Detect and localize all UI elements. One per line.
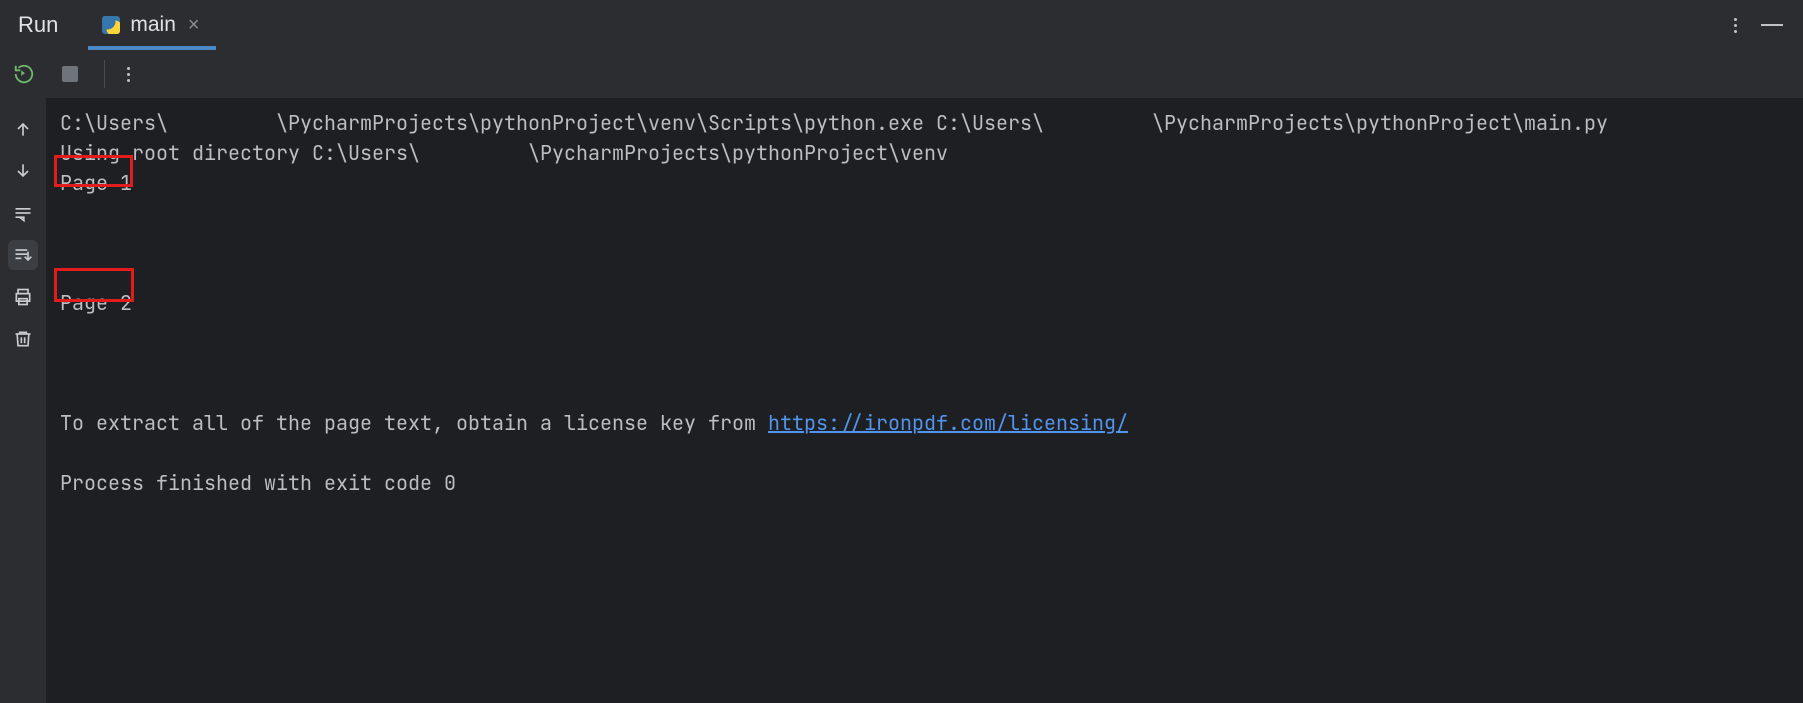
scroll-to-end-icon[interactable] [8, 240, 38, 270]
run-panel-header: Run main × [0, 0, 1803, 50]
console-output[interactable]: C:\Users\ \PycharmProjects\pythonProject… [46, 98, 1803, 703]
down-stack-icon[interactable] [8, 156, 38, 186]
options-menu-icon[interactable] [1728, 12, 1743, 39]
console-line: Page 2 [60, 290, 132, 316]
console-gutter [0, 98, 46, 703]
console-line: To extract all of the page text, obtain … [60, 410, 1128, 436]
trash-icon[interactable] [8, 324, 38, 354]
console-line: Using root directory C:\Users\ \PycharmP… [60, 140, 948, 166]
run-toolbar [0, 50, 1803, 98]
rerun-button[interactable] [10, 60, 38, 88]
tab-main[interactable]: main × [88, 0, 215, 50]
minimize-panel-icon[interactable] [1761, 24, 1783, 26]
close-tab-icon[interactable]: × [186, 13, 202, 37]
console-line: C:\Users\ \PycharmProjects\pythonProject… [60, 110, 1608, 136]
print-icon[interactable] [8, 282, 38, 312]
toolbar-separator [104, 60, 105, 88]
console-line: Process finished with exit code 0 [60, 470, 456, 496]
more-actions-icon[interactable] [123, 63, 134, 86]
license-link[interactable]: https://ironpdf.com/licensing/ [768, 410, 1128, 436]
stop-button[interactable] [56, 60, 84, 88]
tab-label: main [130, 13, 176, 37]
console-line: Page 1 [60, 170, 132, 196]
python-icon [102, 16, 120, 34]
soft-wrap-icon[interactable] [8, 198, 38, 228]
up-stack-icon[interactable] [8, 114, 38, 144]
panel-title: Run [18, 0, 88, 50]
